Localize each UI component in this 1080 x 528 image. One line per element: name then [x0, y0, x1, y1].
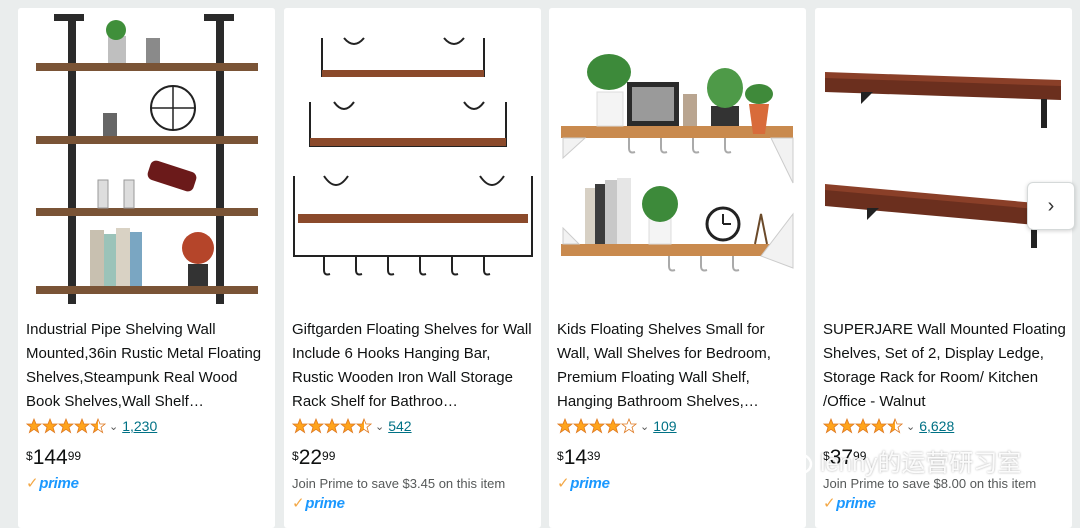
star-rating[interactable] [823, 418, 903, 434]
review-count-link[interactable]: 1,230 [122, 418, 157, 434]
price-whole: 22 [298, 446, 323, 469]
product-title[interactable]: Kids Floating Shelves Small for Wall, Wa… [557, 318, 800, 414]
star-icon [870, 418, 888, 434]
prime-label: prime [836, 495, 876, 512]
prime-label: prime [570, 475, 610, 492]
star-icon [557, 418, 574, 434]
product-title[interactable]: Giftgarden Floating Shelves for Wall Inc… [292, 318, 535, 414]
wechat-icon [768, 443, 813, 476]
star-rating[interactable] [26, 418, 106, 434]
watermark: lenny的运营研习室 [768, 442, 1021, 478]
product-image[interactable] [18, 8, 275, 308]
rating-row: ⌄ 6,628 [823, 416, 954, 436]
prime-check-icon: ✓ [26, 475, 39, 492]
star-icon [26, 418, 43, 434]
carousel-next-button[interactable]: › [1027, 182, 1075, 230]
product-card[interactable]: Giftgarden Floating Shelves for Wall Inc… [284, 8, 541, 528]
product-image[interactable] [284, 8, 541, 308]
chevron-down-icon[interactable]: ⌄ [375, 420, 384, 433]
star-icon [588, 418, 606, 434]
price: $ 22 99 [292, 446, 335, 470]
prime-check-icon: ✓ [292, 495, 305, 512]
product-title[interactable]: Industrial Pipe Shelving Wall Mounted,36… [26, 318, 269, 414]
star-icon [823, 418, 840, 434]
price-symbol: $ [292, 449, 299, 463]
rating-row: ⌄ 109 [557, 416, 677, 436]
price: $ 144 99 [26, 446, 81, 470]
star-icon [89, 418, 106, 434]
star-icon [620, 418, 637, 434]
review-count-link[interactable]: 542 [388, 418, 411, 434]
star-icon [355, 418, 372, 434]
star-icon [73, 418, 91, 434]
price-symbol: $ [557, 449, 564, 463]
product-carousel: Industrial Pipe Shelving Wall Mounted,36… [0, 0, 1080, 528]
review-count-link[interactable]: 6,628 [919, 418, 954, 434]
star-icon [41, 418, 59, 434]
product-image[interactable] [549, 8, 806, 308]
price-fraction: 99 [322, 449, 336, 463]
prime-check-icon: ✓ [557, 475, 570, 492]
rating-row: ⌄ 1,230 [26, 416, 157, 436]
star-rating[interactable] [557, 418, 637, 434]
star-icon [57, 418, 75, 434]
price-fraction: 99 [67, 449, 82, 463]
product-card[interactable]: Industrial Pipe Shelving Wall Mounted,36… [18, 8, 275, 528]
prime-savings-text: Join Prime to save $3.45 on this item [292, 476, 506, 491]
chevron-right-icon: › [1047, 194, 1055, 217]
price-whole: 144 [32, 446, 68, 469]
star-icon [854, 418, 872, 434]
product-image[interactable] [815, 8, 1072, 308]
star-rating[interactable] [292, 418, 372, 434]
price-symbol: $ [26, 449, 33, 463]
star-icon [307, 418, 325, 434]
prime-check-icon: ✓ [823, 495, 836, 512]
product-title[interactable]: SUPERJARE Wall Mounted Floating Shelves,… [823, 318, 1066, 414]
watermark-text: lenny的运营研习室 [820, 449, 1022, 477]
star-icon [339, 418, 357, 434]
star-icon [886, 418, 903, 434]
price-whole: 14 [563, 446, 588, 469]
rating-row: ⌄ 542 [292, 416, 412, 436]
review-count-link[interactable]: 109 [653, 418, 676, 434]
price: $ 14 39 [557, 446, 600, 470]
prime-label: prime [39, 475, 79, 492]
star-icon [838, 418, 856, 434]
chevron-down-icon[interactable]: ⌄ [640, 420, 649, 433]
chevron-down-icon[interactable]: ⌄ [906, 420, 915, 433]
star-icon [572, 418, 590, 434]
price-fraction: 39 [587, 449, 601, 463]
prime-badge: ✓prime [292, 494, 345, 512]
prime-badge: ✓prime [823, 494, 876, 512]
prime-label: prime [305, 495, 345, 512]
star-icon [292, 418, 309, 434]
star-icon [323, 418, 341, 434]
prime-badge: ✓prime [557, 474, 610, 492]
prime-badge: ✓prime [26, 474, 79, 492]
star-icon [604, 418, 622, 434]
prime-savings-text: Join Prime to save $8.00 on this item [823, 476, 1037, 491]
chevron-down-icon[interactable]: ⌄ [109, 420, 118, 433]
